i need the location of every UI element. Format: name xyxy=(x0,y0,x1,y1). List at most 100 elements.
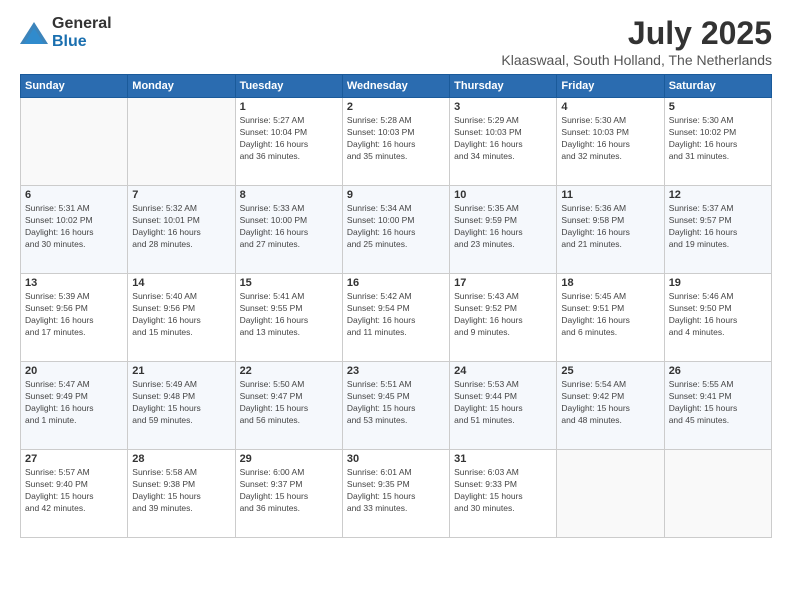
day-number: 25 xyxy=(561,365,659,377)
col-saturday: Saturday xyxy=(664,75,771,98)
day-detail: Sunrise: 5:50 AM Sunset: 9:47 PM Dayligh… xyxy=(240,379,338,427)
day-detail: Sunrise: 5:39 AM Sunset: 9:56 PM Dayligh… xyxy=(25,291,123,339)
table-row xyxy=(557,450,664,538)
logo-icon xyxy=(20,22,48,44)
day-detail: Sunrise: 6:01 AM Sunset: 9:35 PM Dayligh… xyxy=(347,467,445,515)
col-monday: Monday xyxy=(128,75,235,98)
day-number: 1 xyxy=(240,101,338,113)
day-detail: Sunrise: 5:28 AM Sunset: 10:03 PM Daylig… xyxy=(347,115,445,163)
day-number: 24 xyxy=(454,365,552,377)
table-row: 20 Sunrise: 5:47 AM Sunset: 9:49 PM Dayli… xyxy=(21,362,128,450)
table-row: 13 Sunrise: 5:39 AM Sunset: 9:56 PM Dayli… xyxy=(21,274,128,362)
table-row: 28 Sunrise: 5:58 AM Sunset: 9:38 PM Dayli… xyxy=(128,450,235,538)
day-number: 15 xyxy=(240,277,338,289)
day-number: 26 xyxy=(669,365,767,377)
table-row: 27 Sunrise: 5:57 AM Sunset: 9:40 PM Dayli… xyxy=(21,450,128,538)
day-detail: Sunrise: 5:43 AM Sunset: 9:52 PM Dayligh… xyxy=(454,291,552,339)
day-number: 12 xyxy=(669,189,767,201)
day-number: 2 xyxy=(347,101,445,113)
table-row: 9 Sunrise: 5:34 AM Sunset: 10:00 PM Dayli… xyxy=(342,186,449,274)
page: General Blue July 2025 Klaaswaal, South … xyxy=(0,0,792,612)
table-row: 4Sunrise: 5:30 AM Sunset: 10:03 PM Dayli… xyxy=(557,98,664,186)
table-row: 10 Sunrise: 5:35 AM Sunset: 9:59 PM Dayli… xyxy=(450,186,557,274)
subtitle: Klaaswaal, South Holland, The Netherland… xyxy=(501,52,772,68)
day-number: 17 xyxy=(454,277,552,289)
table-row: 2 Sunrise: 5:28 AM Sunset: 10:03 PM Dayli… xyxy=(342,98,449,186)
day-number: 23 xyxy=(347,365,445,377)
day-detail: Sunrise: 5:33 AM Sunset: 10:00 PM Daylig… xyxy=(240,203,338,251)
day-detail: Sunrise: 6:00 AM Sunset: 9:37 PM Dayligh… xyxy=(240,467,338,515)
day-detail: Sunrise: 5:54 AM Sunset: 9:42 PM Dayligh… xyxy=(561,379,659,427)
col-thursday: Thursday xyxy=(450,75,557,98)
header: General Blue July 2025 Klaaswaal, South … xyxy=(20,15,772,68)
calendar-week-3: 13 Sunrise: 5:39 AM Sunset: 9:56 PM Dayli… xyxy=(21,274,772,362)
day-detail: Sunrise: 5:37 AM Sunset: 9:57 PM Dayligh… xyxy=(669,203,767,251)
day-detail: Sunrise: 5:35 AM Sunset: 9:59 PM Dayligh… xyxy=(454,203,552,251)
col-sunday: Sunday xyxy=(21,75,128,98)
day-detail: Sunrise: 5:34 AM Sunset: 10:00 PM Daylig… xyxy=(347,203,445,251)
day-detail: Sunrise: 5:40 AM Sunset: 9:56 PM Dayligh… xyxy=(132,291,230,339)
day-number: 29 xyxy=(240,453,338,465)
calendar-week-1: 1Sunrise: 5:27 AM Sunset: 10:04 PM Dayli… xyxy=(21,98,772,186)
day-number: 14 xyxy=(132,277,230,289)
col-friday: Friday xyxy=(557,75,664,98)
table-row: 15Sunrise: 5:41 AM Sunset: 9:55 PM Dayli… xyxy=(235,274,342,362)
table-row: 16 Sunrise: 5:42 AM Sunset: 9:54 PM Dayli… xyxy=(342,274,449,362)
day-number: 4 xyxy=(561,101,659,113)
day-detail: Sunrise: 5:42 AM Sunset: 9:54 PM Dayligh… xyxy=(347,291,445,339)
day-number: 6 xyxy=(25,189,123,201)
table-row: 11 Sunrise: 5:36 AM Sunset: 9:58 PM Dayli… xyxy=(557,186,664,274)
day-number: 8 xyxy=(240,189,338,201)
table-row: 26 Sunrise: 5:55 AM Sunset: 9:41 PM Dayli… xyxy=(664,362,771,450)
table-row: 18Sunrise: 5:45 AM Sunset: 9:51 PM Dayli… xyxy=(557,274,664,362)
day-detail: Sunrise: 5:49 AM Sunset: 9:48 PM Dayligh… xyxy=(132,379,230,427)
table-row: 3 Sunrise: 5:29 AM Sunset: 10:03 PM Dayli… xyxy=(450,98,557,186)
day-detail: Sunrise: 5:57 AM Sunset: 9:40 PM Dayligh… xyxy=(25,467,123,515)
day-detail: Sunrise: 5:31 AM Sunset: 10:02 PM Daylig… xyxy=(25,203,123,251)
day-detail: Sunrise: 5:32 AM Sunset: 10:01 PM Daylig… xyxy=(132,203,230,251)
table-row xyxy=(664,450,771,538)
day-detail: Sunrise: 5:36 AM Sunset: 9:58 PM Dayligh… xyxy=(561,203,659,251)
day-number: 27 xyxy=(25,453,123,465)
day-number: 20 xyxy=(25,365,123,377)
day-detail: Sunrise: 5:29 AM Sunset: 10:03 PM Daylig… xyxy=(454,115,552,163)
day-number: 11 xyxy=(561,189,659,201)
table-row: 14 Sunrise: 5:40 AM Sunset: 9:56 PM Dayli… xyxy=(128,274,235,362)
table-row: 7 Sunrise: 5:32 AM Sunset: 10:01 PM Dayli… xyxy=(128,186,235,274)
table-row: 22 Sunrise: 5:50 AM Sunset: 9:47 PM Dayli… xyxy=(235,362,342,450)
logo-blue: Blue xyxy=(52,33,87,50)
calendar-week-2: 6 Sunrise: 5:31 AM Sunset: 10:02 PM Dayli… xyxy=(21,186,772,274)
day-number: 9 xyxy=(347,189,445,201)
day-number: 3 xyxy=(454,101,552,113)
calendar-week-4: 20 Sunrise: 5:47 AM Sunset: 9:49 PM Dayli… xyxy=(21,362,772,450)
table-row: 23Sunrise: 5:51 AM Sunset: 9:45 PM Dayli… xyxy=(342,362,449,450)
day-number: 18 xyxy=(561,277,659,289)
day-number: 10 xyxy=(454,189,552,201)
col-wednesday: Wednesday xyxy=(342,75,449,98)
day-detail: Sunrise: 5:47 AM Sunset: 9:49 PM Dayligh… xyxy=(25,379,123,427)
logo: General Blue xyxy=(20,15,112,51)
day-detail: Sunrise: 5:46 AM Sunset: 9:50 PM Dayligh… xyxy=(669,291,767,339)
day-number: 7 xyxy=(132,189,230,201)
table-row: 31Sunrise: 6:03 AM Sunset: 9:33 PM Dayli… xyxy=(450,450,557,538)
table-row: 30 Sunrise: 6:01 AM Sunset: 9:35 PM Dayli… xyxy=(342,450,449,538)
table-row: 21Sunrise: 5:49 AM Sunset: 9:48 PM Dayli… xyxy=(128,362,235,450)
day-number: 22 xyxy=(240,365,338,377)
month-title: July 2025 xyxy=(501,15,772,52)
table-row: 29 Sunrise: 6:00 AM Sunset: 9:37 PM Dayli… xyxy=(235,450,342,538)
table-row: 24Sunrise: 5:53 AM Sunset: 9:44 PM Dayli… xyxy=(450,362,557,450)
calendar-table: Sunday Monday Tuesday Wednesday Thursday… xyxy=(20,74,772,538)
logo-general: General xyxy=(52,15,112,32)
day-number: 28 xyxy=(132,453,230,465)
table-row: 25 Sunrise: 5:54 AM Sunset: 9:42 PM Dayli… xyxy=(557,362,664,450)
day-detail: Sunrise: 5:55 AM Sunset: 9:41 PM Dayligh… xyxy=(669,379,767,427)
day-number: 16 xyxy=(347,277,445,289)
day-number: 30 xyxy=(347,453,445,465)
day-number: 13 xyxy=(25,277,123,289)
table-row xyxy=(128,98,235,186)
calendar-header-row: Sunday Monday Tuesday Wednesday Thursday… xyxy=(21,75,772,98)
table-row: 12 Sunrise: 5:37 AM Sunset: 9:57 PM Dayli… xyxy=(664,186,771,274)
day-detail: Sunrise: 5:30 AM Sunset: 10:02 PM Daylig… xyxy=(669,115,767,163)
table-row: 6 Sunrise: 5:31 AM Sunset: 10:02 PM Dayli… xyxy=(21,186,128,274)
day-detail: Sunrise: 5:58 AM Sunset: 9:38 PM Dayligh… xyxy=(132,467,230,515)
